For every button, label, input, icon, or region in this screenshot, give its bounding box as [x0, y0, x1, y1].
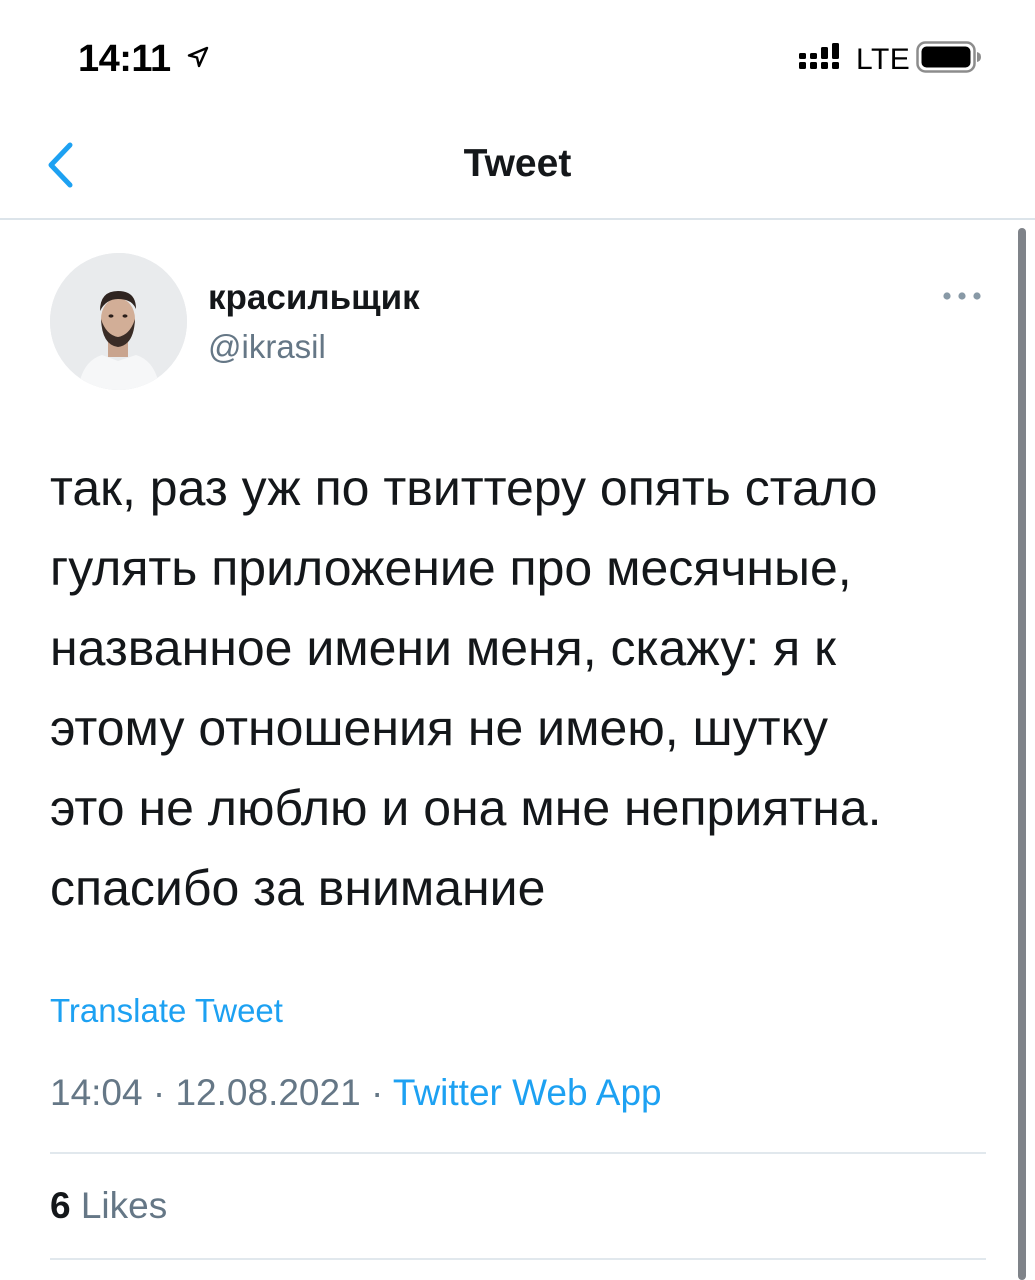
page-title: Tweet	[463, 142, 572, 185]
tweet-source-link[interactable]: Twitter Web App	[393, 1072, 662, 1113]
divider	[50, 1258, 986, 1260]
meta-separator: ·	[142, 1072, 176, 1113]
likes-label: Likes	[80, 1185, 168, 1226]
navigation-bar: Tweet	[0, 110, 1035, 220]
network-type-label: LTE	[856, 43, 911, 76]
author-username[interactable]: @ikrasil	[208, 328, 326, 366]
tweet-metadata: 14:04 · 12.08.2021 · Twitter Web App	[50, 1072, 662, 1114]
scroll-indicator[interactable]	[1018, 228, 1026, 1280]
likes-button[interactable]: 6 Likes	[50, 1185, 167, 1227]
tweet-date: 12.08.2021	[175, 1072, 361, 1113]
tweet-screen: 14:11 LTE Tweet красильщик @ikrasil так,…	[0, 0, 1035, 1280]
ellipsis-icon	[943, 292, 981, 300]
status-bar: 14:11 LTE	[0, 0, 1035, 110]
likes-count: 6	[50, 1185, 71, 1226]
more-options-button[interactable]	[936, 282, 988, 310]
divider	[50, 1152, 986, 1154]
author-display-name[interactable]: красильщик	[208, 278, 420, 318]
status-time: 14:11	[78, 38, 171, 80]
meta-separator: ·	[360, 1072, 393, 1113]
translate-tweet-link[interactable]: Translate Tweet	[50, 992, 283, 1030]
tweet-text: так, раз уж по твиттеру опять стало гуля…	[50, 460, 882, 916]
cellular-signal-icon	[799, 43, 839, 69]
avatar[interactable]	[50, 253, 187, 390]
battery-icon	[916, 41, 981, 73]
location-arrow-icon	[187, 46, 209, 68]
tweet-time: 14:04	[50, 1072, 143, 1113]
avatar-image	[50, 253, 187, 390]
